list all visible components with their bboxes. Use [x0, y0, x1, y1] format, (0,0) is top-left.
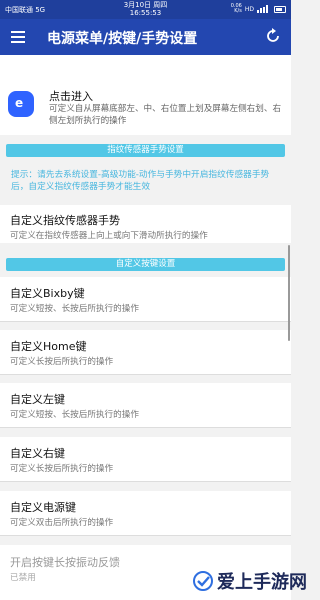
row-title: 自定义Bixby键: [10, 287, 85, 300]
row-left-key[interactable]: 自定义左键 可定义短按、长按后所执行的操作: [0, 383, 291, 427]
gesture-shortcut-item[interactable]: e 点击进入 可定义自从屏幕底部左、中、右位置上划及屏幕左侧右划、右侧左划所执行…: [0, 83, 291, 135]
row-title: 开启按键长按振动反馈: [10, 556, 120, 569]
row-home-key[interactable]: 自定义Home键 可定义长按后所执行的操作: [0, 330, 291, 374]
page-title: 电源菜单/按键/手势设置: [47, 31, 198, 47]
divider: [0, 481, 291, 482]
battery-icon: [274, 5, 286, 13]
divider: [0, 374, 291, 375]
app-icon-letter: e: [15, 96, 24, 110]
row-title: 自定义左键: [10, 393, 65, 406]
fingerprint-hint: 提示：请先去系统设置-高级功能-动作与手势中开启指纹传感器手势后，自定义指纹传感…: [11, 170, 270, 192]
row-fingerprint-gesture[interactable]: 自定义指纹传感器手势 可定义在指纹传感器上向上或向下滑动所执行的操作: [0, 205, 291, 243]
row-subtitle: 可定义短按、长按后所执行的操作: [10, 304, 139, 314]
signal-icon: [257, 5, 271, 13]
row-title: 自定义电源键: [10, 501, 76, 514]
row-subtitle: 已禁用: [10, 573, 36, 583]
hd-icon: HD: [244, 5, 254, 13]
status-icons: 0.06 K/s HD: [231, 4, 286, 14]
menu-icon[interactable]: [11, 31, 25, 43]
section-header-fingerprint: 指纹传感器手势设置: [6, 144, 285, 157]
divider: [0, 535, 291, 536]
settings-list[interactable]: e 点击进入 可定义自从屏幕底部左、中、右位置上划及屏幕左侧右划、右侧左划所执行…: [0, 55, 291, 600]
watermark-text: 爱上手游网: [217, 572, 307, 593]
row-subtitle: 可定义在指纹传感器上向上或向下滑动所执行的操作: [10, 231, 208, 241]
refresh-icon[interactable]: [265, 28, 281, 44]
row-right-key[interactable]: 自定义右键 可定义长按后所执行的操作: [0, 437, 291, 481]
shortcut-title: 点击进入: [49, 90, 93, 103]
scrollbar-thumb[interactable]: [288, 245, 290, 341]
network-speed: 0.06 K/s: [231, 4, 242, 14]
speed-unit: K/s: [234, 8, 242, 14]
row-power-key[interactable]: 自定义电源键 可定义双击后所执行的操作: [0, 491, 291, 535]
row-title: 自定义右键: [10, 447, 65, 460]
watermark: 爱上手游网: [192, 568, 307, 594]
gesture-app-icon: e: [8, 91, 34, 117]
watermark-logo-icon: [193, 571, 213, 591]
shortcut-subtitle: 可定义自从屏幕底部左、中、右位置上划及屏幕左侧右划、右侧左划所执行的操作: [49, 104, 282, 126]
row-subtitle: 可定义长按后所执行的操作: [10, 357, 114, 367]
row-title: 自定义Home键: [10, 340, 87, 353]
row-subtitle: 可定义双击后所执行的操作: [10, 518, 114, 528]
row-bixby-key[interactable]: 自定义Bixby键 可定义短按、长按后所执行的操作: [0, 277, 291, 321]
row-subtitle: 可定义短按、长按后所执行的操作: [10, 410, 139, 420]
row-title: 自定义指纹传感器手势: [10, 214, 120, 227]
status-bar: 中国联通 5G 3月10日 周四 16:55:53 0.06 K/s HD: [0, 0, 291, 19]
divider: [0, 321, 291, 322]
app-bar: 电源菜单/按键/手势设置: [0, 19, 291, 55]
section-header-buttons: 自定义按键设置: [6, 258, 285, 271]
previous-item-tail: [0, 55, 291, 83]
row-subtitle: 可定义长按后所执行的操作: [10, 464, 114, 474]
divider: [0, 427, 291, 428]
